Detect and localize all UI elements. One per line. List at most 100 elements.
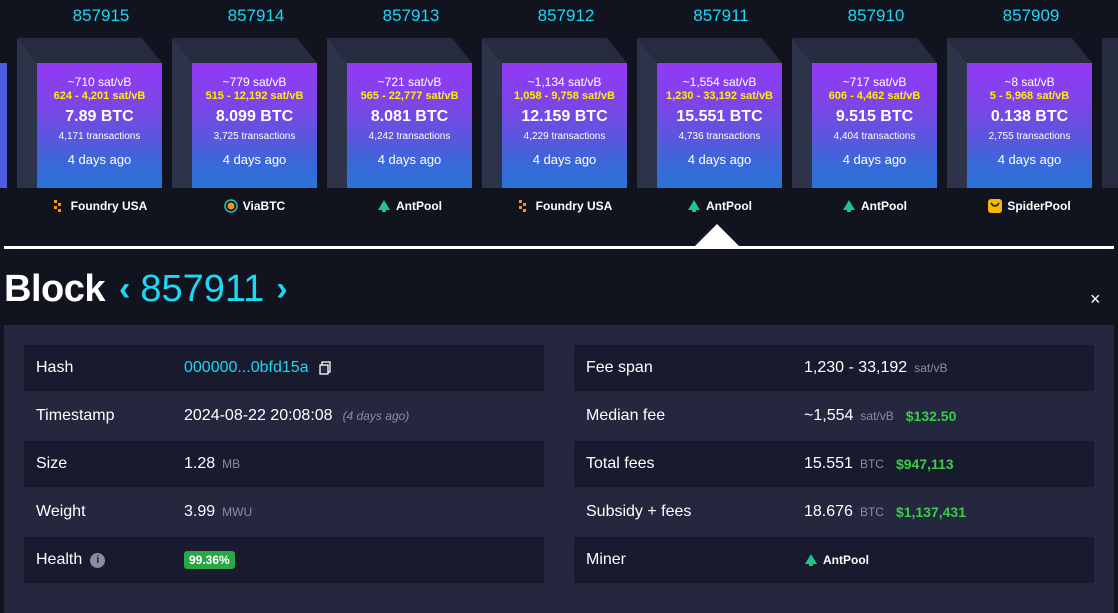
block-fee-range: 5 - 5,968 sat/vB [989, 90, 1070, 102]
block-cube-front[interactable]: ~8 sat/vB 5 - 5,968 sat/vB 0.138 BTC 2,755 … [967, 63, 1092, 188]
block-cube-side [637, 38, 657, 188]
health-label: Health [36, 551, 83, 568]
block-miner[interactable]: AntPool [337, 199, 482, 213]
block-miner[interactable]: ViaBTC [182, 199, 327, 213]
detail-row-miner: Miner AntPool [574, 537, 1094, 583]
block-miner-name: AntPool [396, 199, 442, 213]
block-tx-count: 4,171 transactions [58, 131, 141, 142]
size-value: 1.28 [184, 455, 216, 472]
page-title: Block [4, 268, 105, 310]
block-fee-range: 1,058 - 9,758 sat/vB [514, 90, 615, 102]
block-miner[interactable]: AntPool [802, 199, 947, 213]
block-details-panel: Hash 000000...0bfd15a Timestamp 2024-08-… [4, 325, 1114, 613]
info-icon[interactable]: i [90, 552, 106, 568]
block-miner[interactable]: Foundry USA [492, 199, 637, 213]
detail-row-health: Health i 99.36% [24, 537, 544, 583]
block-cube-side [327, 38, 347, 188]
block-cube[interactable]: ~1,134 sat/vB 1,058 - 9,758 sat/vB 12.159 … [482, 38, 627, 188]
divider [4, 246, 1114, 249]
block-cube-front[interactable]: ~1,554 sat/vB 1,230 - 33,192 sat/vB 15.551… [657, 63, 782, 188]
antpool-icon [805, 554, 817, 566]
copy-icon[interactable] [318, 361, 333, 375]
detail-row-size: Size 1.28 MB [24, 441, 544, 487]
block-cube-top [637, 38, 782, 63]
block-fee-range: 606 - 4,462 sat/vB [828, 90, 921, 102]
partial-block-right[interactable] [1102, 38, 1118, 188]
block-cube-front[interactable]: ~1,134 sat/vB 1,058 - 9,758 sat/vB 12.159 … [502, 63, 627, 188]
fee-span-unit: sat/vB [914, 361, 948, 375]
subsidy-fees-usd: $1,137,431 [895, 504, 967, 520]
block-avg-fee: ~1,134 sat/vB [527, 75, 602, 89]
block-cube[interactable]: ~8 sat/vB 5 - 5,968 sat/vB 0.138 BTC 2,755 … [947, 38, 1092, 188]
chevron-left-icon[interactable]: ‹ [119, 270, 130, 309]
subsidy-fees-label: Subsidy + fees [586, 503, 692, 520]
antpool-icon [687, 199, 701, 213]
median-fee-value: ~1,554 [804, 407, 854, 424]
block-cube[interactable]: ~717 sat/vB 606 - 4,462 sat/vB 9.515 BTC 4,… [792, 38, 937, 188]
block-height-title: 857911 [140, 268, 265, 310]
block-miner[interactable]: SpiderPool [957, 199, 1102, 213]
antpool-icon [377, 199, 391, 213]
selected-block-pointer [695, 224, 739, 246]
block-height-857911[interactable]: 857911 [661, 6, 781, 26]
median-fee-unit: sat/vB [860, 409, 894, 423]
block-reward: 15.551 BTC [676, 108, 763, 125]
size-label: Size [36, 455, 68, 472]
block-cube-front[interactable]: ~710 sat/vB 624 - 4,201 sat/vB 7.89 BTC 4,1… [37, 63, 162, 188]
median-fee-label: Median fee [586, 407, 666, 424]
block-cube-side [17, 38, 37, 188]
block-height-857913[interactable]: 857913 [351, 6, 471, 26]
block-height-857912[interactable]: 857912 [506, 6, 626, 26]
block-cube-top [792, 38, 937, 63]
block-cube-front[interactable]: ~721 sat/vB 565 - 22,777 sat/vB 8.081 BTC 4… [347, 63, 472, 188]
block-cube-top [482, 38, 627, 63]
block-reward: 8.099 BTC [215, 108, 294, 125]
health-badge: 99.36% [184, 551, 235, 569]
block-tx-count: 4,229 transactions [523, 131, 606, 142]
block-avg-fee: ~721 sat/vB [377, 75, 442, 89]
weight-unit: MWU [222, 505, 253, 519]
block-cube[interactable]: ~710 sat/vB 624 - 4,201 sat/vB 7.89 BTC 4,1… [17, 38, 162, 188]
subsidy-fees-value: 18.676 [804, 503, 853, 520]
block-cube-top [17, 38, 162, 63]
block-miner-name: AntPool [706, 199, 752, 213]
foundry-icon [517, 199, 531, 213]
block-avg-fee: ~717 sat/vB [842, 75, 907, 89]
block-reward: 8.081 BTC [370, 108, 449, 125]
block-fee-range: 565 - 22,777 sat/vB [360, 90, 459, 102]
fee-span-value: 1,230 - 33,192 [804, 359, 908, 376]
block-cube[interactable]: ~779 sat/vB 515 - 12,192 sat/vB 8.099 BTC 3… [172, 38, 317, 188]
block-cube-side [947, 38, 967, 188]
detail-row-fee-span: Fee span 1,230 - 33,192 sat/vB [574, 345, 1094, 391]
block-cube[interactable]: ~721 sat/vB 565 - 22,777 sat/vB 8.081 BTC 4… [327, 38, 472, 188]
block-time-ago: 4 days ago [687, 152, 752, 167]
block-miner[interactable]: Foundry USA [27, 199, 172, 213]
block-fee-range: 624 - 4,201 sat/vB [53, 90, 146, 102]
block-tx-count: 4,736 transactions [678, 131, 761, 142]
block-time-ago: 4 days ago [222, 152, 287, 167]
block-cube-front[interactable]: ~779 sat/vB 515 - 12,192 sat/vB 8.099 BTC 3… [192, 63, 317, 188]
block-height-857909[interactable]: 857909 [971, 6, 1091, 26]
block-height-857910[interactable]: 857910 [816, 6, 936, 26]
timestamp-relative: (4 days ago) [342, 409, 410, 423]
block-miner-name: Foundry USA [70, 199, 148, 213]
close-icon[interactable]: × [1090, 289, 1101, 310]
chevron-right-icon[interactable]: › [276, 270, 287, 309]
block-tx-count: 4,404 transactions [833, 131, 916, 142]
block-miner[interactable]: AntPool [647, 199, 792, 213]
detail-row-median-fee: Median fee ~1,554 sat/vB $132.50 [574, 393, 1094, 439]
block-time-ago: 4 days ago [532, 152, 597, 167]
partial-block-left[interactable] [0, 63, 7, 188]
block-height-857914[interactable]: 857914 [196, 6, 316, 26]
block-cube-front[interactable]: ~717 sat/vB 606 - 4,462 sat/vB 9.515 BTC 4,… [812, 63, 937, 188]
antpool-icon [842, 199, 856, 213]
hash-link[interactable]: 000000...0bfd15a [184, 359, 309, 377]
block-fee-range: 515 - 12,192 sat/vB [205, 90, 304, 102]
block-tx-count: 3,725 transactions [213, 131, 296, 142]
block-time-ago: 4 days ago [842, 152, 907, 167]
miner-link[interactable]: AntPool [823, 553, 869, 567]
block-cube[interactable]: ~1,554 sat/vB 1,230 - 33,192 sat/vB 15.551… [637, 38, 782, 188]
block-miner-name: ViaBTC [242, 199, 286, 213]
block-height-857915[interactable]: 857915 [41, 6, 161, 26]
block-title-row: Block ‹ 857911 › [4, 268, 288, 311]
